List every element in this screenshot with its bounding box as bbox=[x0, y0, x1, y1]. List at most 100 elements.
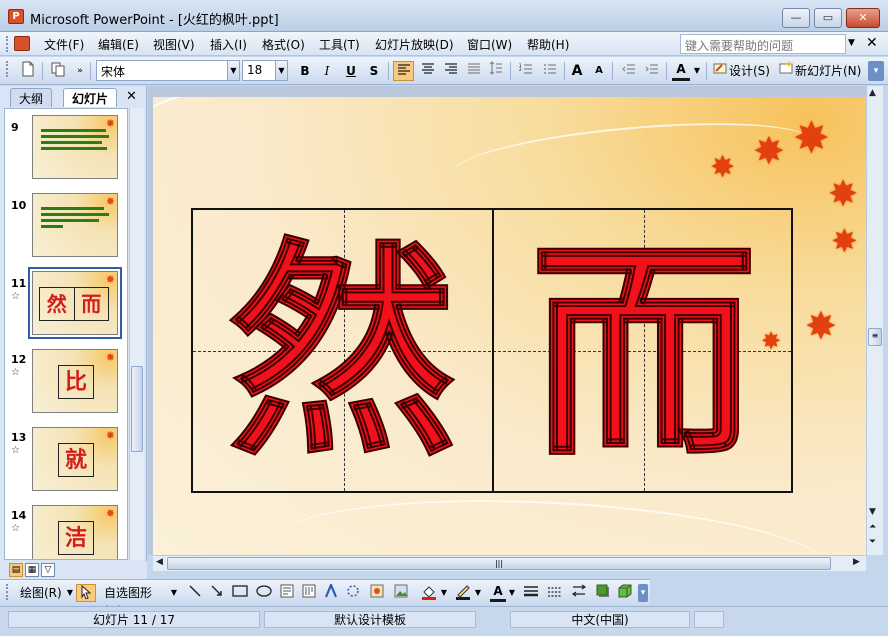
clip-art-icon[interactable] bbox=[368, 584, 386, 602]
tab-slides[interactable]: 幻灯片 bbox=[63, 88, 118, 107]
new-document-icon[interactable] bbox=[18, 61, 38, 81]
diagram-icon[interactable] bbox=[344, 584, 362, 602]
design-icon[interactable] bbox=[712, 61, 728, 81]
draw-font-color-dropdown-icon[interactable]: ▼ bbox=[508, 584, 516, 602]
rectangle-icon[interactable] bbox=[230, 584, 250, 602]
insert-picture-icon[interactable] bbox=[392, 584, 410, 602]
next-slide-icon[interactable]: ⏷ bbox=[869, 537, 876, 547]
font-color-button[interactable]: A bbox=[672, 61, 690, 81]
scroll-down-icon[interactable]: ▼ bbox=[869, 507, 876, 517]
increase-indent-icon[interactable] bbox=[642, 61, 662, 81]
current-slide[interactable]: ✸ ✸ ✸ ✸ ✸ ✸ ✸ 然 而 bbox=[153, 97, 866, 555]
slide-vertical-scrollbar[interactable]: ▲ ≡ ▼ ⏶ ⏷ bbox=[866, 86, 883, 555]
align-center-icon[interactable] bbox=[418, 61, 438, 81]
thumbnail-scrollbar-thumb[interactable] bbox=[131, 366, 143, 452]
slideshow-view-icon[interactable]: ▽ bbox=[41, 563, 55, 577]
scroll-left-icon[interactable]: ◀ bbox=[156, 557, 163, 567]
3d-style-icon[interactable] bbox=[616, 584, 634, 602]
align-right-icon[interactable] bbox=[441, 61, 461, 81]
pane-close-button[interactable]: ✕ bbox=[126, 89, 137, 104]
design-button[interactable]: 设计(S) bbox=[729, 61, 773, 81]
menu-edit[interactable]: 编辑(E) bbox=[98, 36, 139, 53]
document-icon[interactable] bbox=[14, 36, 30, 51]
new-slide-icon[interactable] bbox=[778, 61, 794, 81]
arrow-icon[interactable] bbox=[208, 584, 226, 602]
fill-color-dropdown-icon[interactable]: ▼ bbox=[440, 584, 448, 602]
chevron-down-icon[interactable]: ▼ bbox=[848, 38, 855, 48]
vertical-scrollbar-thumb[interactable]: ≡ bbox=[868, 328, 882, 346]
font-color-dropdown-icon[interactable]: ▼ bbox=[692, 61, 702, 81]
thumbnail-scrollbar[interactable] bbox=[129, 108, 144, 560]
slide-thumbnail[interactable]: ✸ 洁 bbox=[32, 505, 118, 559]
textbox-icon[interactable] bbox=[278, 584, 296, 602]
dash-style-icon[interactable] bbox=[546, 584, 564, 602]
vertical-textbox-icon[interactable] bbox=[300, 584, 318, 602]
document-close-button[interactable]: ✕ bbox=[866, 35, 878, 51]
font-name-dropdown-icon[interactable]: ▼ bbox=[227, 60, 240, 81]
line-style-icon[interactable] bbox=[522, 584, 540, 602]
menu-help[interactable]: 帮助(H) bbox=[527, 36, 569, 53]
slide-thumbnail[interactable]: ✸ bbox=[32, 193, 118, 257]
normal-view-icon[interactable]: ▤ bbox=[9, 563, 23, 577]
menu-format[interactable]: 格式(O) bbox=[262, 36, 305, 53]
toolbar-options-icon[interactable]: ▾ bbox=[638, 584, 648, 602]
autoshapes-button[interactable]: 自选图形(U) bbox=[104, 584, 170, 618]
chevron-down-icon[interactable]: ▼ bbox=[170, 584, 178, 602]
draw-font-color-icon[interactable]: A bbox=[490, 584, 506, 602]
line-spacing-icon[interactable] bbox=[486, 61, 506, 81]
toolbar-grip[interactable] bbox=[6, 61, 9, 77]
powerpoint-icon[interactable]: P bbox=[8, 9, 24, 24]
oval-icon[interactable] bbox=[254, 584, 274, 602]
decrease-font-size-button[interactable]: A bbox=[592, 61, 606, 81]
scroll-right-icon[interactable]: ▶ bbox=[853, 557, 860, 567]
slide-horizontal-scrollbar[interactable]: ◀ ||| ▶ bbox=[153, 555, 866, 571]
menu-file[interactable]: 文件(F) bbox=[44, 36, 84, 53]
slide-thumbnail-selected[interactable]: ✸ 然 而 bbox=[28, 267, 122, 339]
slide-thumbnail[interactable]: ✸ 比 bbox=[32, 349, 118, 413]
shadow-style-icon[interactable] bbox=[594, 584, 612, 602]
menu-window[interactable]: 窗口(W) bbox=[467, 36, 512, 53]
maximize-button[interactable]: ▭ bbox=[814, 8, 842, 28]
shadow-button[interactable]: S bbox=[365, 61, 383, 81]
numbering-icon[interactable]: 12 bbox=[516, 61, 536, 81]
decrease-indent-icon[interactable] bbox=[619, 61, 639, 81]
line-icon[interactable] bbox=[186, 584, 204, 602]
scroll-up-icon[interactable]: ▲ bbox=[869, 88, 876, 98]
horizontal-scrollbar-thumb[interactable]: ||| bbox=[167, 557, 831, 570]
slide-char-left[interactable]: 然 bbox=[193, 219, 492, 486]
bold-button[interactable]: B bbox=[296, 61, 314, 81]
minimize-button[interactable]: — bbox=[782, 8, 810, 28]
tab-outline[interactable]: 大纲 bbox=[10, 88, 53, 107]
line-color-icon[interactable] bbox=[454, 584, 472, 602]
align-left-icon[interactable] bbox=[393, 61, 414, 81]
toolbar-grip[interactable] bbox=[6, 584, 9, 600]
new-slide-button[interactable]: 新幻灯片(N) bbox=[795, 61, 863, 81]
slide-thumbnail[interactable]: ✸ bbox=[32, 115, 118, 179]
font-size-dropdown-icon[interactable]: ▼ bbox=[275, 60, 288, 81]
menu-slideshow[interactable]: 幻灯片放映(D) bbox=[375, 36, 454, 53]
font-name-input[interactable]: 宋体 bbox=[96, 60, 228, 81]
toolbar-options-icon[interactable]: ▾ bbox=[868, 61, 884, 81]
toolbar-options-icon[interactable]: » bbox=[74, 61, 86, 81]
bullets-icon[interactable] bbox=[540, 61, 560, 81]
slide-char-right[interactable]: 而 bbox=[494, 219, 793, 486]
previous-slide-icon[interactable]: ⏶ bbox=[869, 522, 876, 532]
copy-icon[interactable] bbox=[48, 61, 68, 81]
draw-menu-button[interactable]: 绘图(R) bbox=[20, 584, 68, 602]
slide-sorter-icon[interactable]: ▦ bbox=[25, 563, 39, 577]
distribute-icon[interactable] bbox=[464, 61, 484, 81]
chevron-down-icon[interactable]: ▼ bbox=[66, 584, 74, 602]
italic-button[interactable]: I bbox=[318, 61, 336, 81]
close-button[interactable]: ✕ bbox=[846, 8, 880, 28]
fill-color-icon[interactable] bbox=[420, 584, 438, 602]
increase-font-size-button[interactable]: A bbox=[569, 61, 585, 81]
slide-thumbnail[interactable]: ✸ 就 bbox=[32, 427, 118, 491]
arrow-style-icon[interactable] bbox=[570, 584, 588, 602]
menu-insert[interactable]: 插入(I) bbox=[210, 36, 247, 53]
wordart-icon[interactable] bbox=[322, 582, 340, 602]
menu-view[interactable]: 视图(V) bbox=[153, 36, 195, 53]
select-objects-icon[interactable] bbox=[76, 584, 96, 602]
menu-grip[interactable] bbox=[6, 36, 9, 52]
underline-button[interactable]: U bbox=[342, 61, 360, 81]
line-color-dropdown-icon[interactable]: ▼ bbox=[474, 584, 482, 602]
